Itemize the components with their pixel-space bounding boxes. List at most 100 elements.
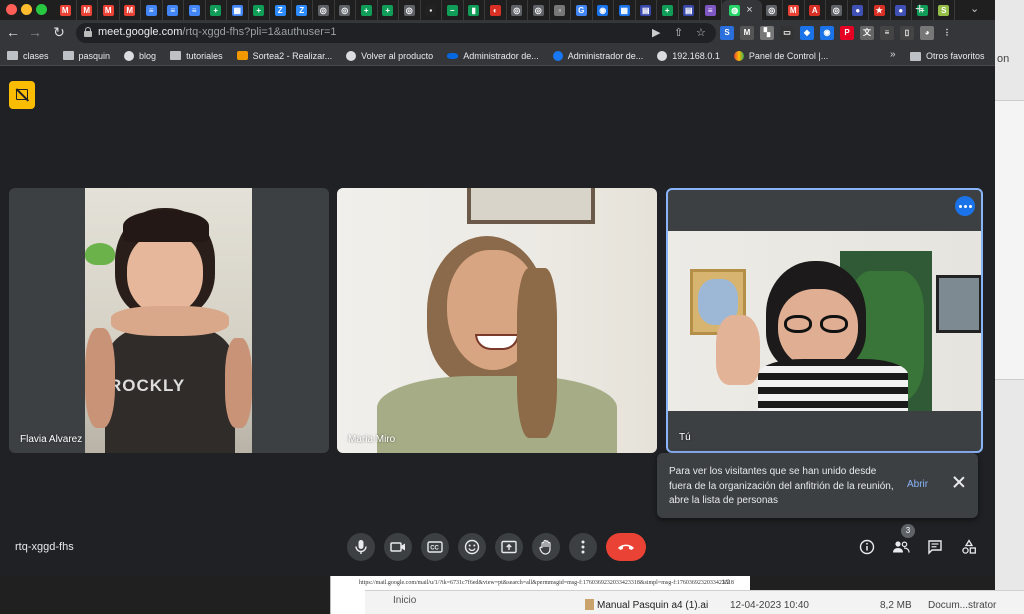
browser-tab[interactable]: +: [378, 0, 399, 20]
gmail-icon[interactable]: M: [740, 26, 754, 40]
meeting-details-button[interactable]: [857, 537, 877, 557]
browser-tab[interactable]: −: [442, 0, 464, 20]
browser-tab[interactable]: ◎: [335, 0, 356, 20]
translate-icon[interactable]: 文: [860, 26, 874, 40]
captions-button[interactable]: CC: [421, 533, 449, 561]
browser-tab[interactable]: ◐: [485, 0, 507, 20]
browser-tab[interactable]: Z: [292, 0, 313, 20]
activities-button[interactable]: [959, 537, 979, 557]
window-maximize-button[interactable]: [36, 4, 47, 15]
bookmark-item[interactable]: Administrador de...: [552, 50, 643, 61]
s-icon[interactable]: S: [720, 26, 734, 40]
browser-tab[interactable]: +: [206, 0, 227, 20]
browser-tab[interactable]: S: [934, 0, 955, 20]
more-options-button[interactable]: [569, 533, 597, 561]
address-bar[interactable]: meet.google.com/rtq-xggd-fhs?pli=1&authu…: [76, 23, 716, 43]
browser-tab[interactable]: +: [657, 0, 679, 20]
url-text[interactable]: meet.google.com/rtq-xggd-fhs?pli=1&authu…: [98, 26, 337, 38]
browser-tab[interactable]: ≡: [700, 0, 722, 20]
microphone-button[interactable]: [347, 533, 375, 561]
open-people-button[interactable]: Abrir: [907, 479, 928, 490]
browser-tab[interactable]: ≡: [184, 0, 206, 20]
browser-tab[interactable]: ▪: [421, 0, 442, 20]
finder-inicio[interactable]: Inicio: [393, 595, 416, 606]
share-icon[interactable]: ⇧: [674, 26, 683, 39]
avatar-icon[interactable]: ◕: [920, 26, 934, 40]
kebab-icon[interactable]: ⋮: [940, 26, 954, 40]
tab-search-chevron-icon[interactable]: ⌄: [970, 2, 979, 15]
browser-tab[interactable]: ●: [848, 0, 869, 20]
camera-button[interactable]: [384, 533, 412, 561]
bookmark-item[interactable]: Administrador de...: [447, 51, 539, 61]
raise-hand-button[interactable]: [532, 533, 560, 561]
sidebar-icon[interactable]: ▯: [900, 26, 914, 40]
bookmark-item[interactable]: clases: [7, 51, 49, 61]
browser-tab[interactable]: M: [55, 0, 77, 20]
browser-tab[interactable]: A: [805, 0, 826, 20]
playlist-icon[interactable]: ≡: [880, 26, 894, 40]
leave-call-button[interactable]: [606, 533, 646, 561]
browser-tab[interactable]: ◎: [762, 0, 783, 20]
browser-tab[interactable]: ◎: [313, 0, 335, 20]
window-close-button[interactable]: [6, 4, 17, 15]
browser-tab[interactable]: ◎: [399, 0, 421, 20]
browser-tab[interactable]: M: [783, 0, 805, 20]
browser-tab[interactable]: ●: [891, 0, 912, 20]
browser-tab[interactable]: ◎: [826, 0, 848, 20]
bookmark-item[interactable]: blog: [124, 50, 156, 61]
other-bookmarks-folder[interactable]: Otros favoritos: [910, 51, 985, 61]
forward-arrow-icon[interactable]: →: [26, 24, 44, 40]
tag-icon[interactable]: ◆: [800, 26, 814, 40]
browser-tab[interactable]: G: [571, 0, 593, 20]
bookmark-item[interactable]: pasquin: [62, 51, 110, 61]
tab-meet-active[interactable]: ◍ ×: [721, 0, 762, 20]
browser-tab[interactable]: ▤: [636, 0, 657, 20]
browser-tab[interactable]: ▦: [614, 0, 636, 20]
close-icon[interactable]: [951, 474, 967, 490]
participant-tile[interactable]: ROCKLY Flavia Alvarez: [9, 188, 329, 453]
lock-icon[interactable]: [84, 27, 92, 37]
chat-button[interactable]: [925, 537, 945, 557]
browser-tab[interactable]: ▤: [679, 0, 700, 20]
participant-tile[interactable]: Maria Miro: [337, 188, 657, 453]
browser-tab[interactable]: ★: [869, 0, 891, 20]
browser-tab[interactable]: ≡: [163, 0, 184, 20]
bookmark-item[interactable]: 192.168.0.1: [657, 50, 720, 61]
browser-tab[interactable]: ◎: [507, 0, 528, 20]
puzzle-grey-icon[interactable]: ▚: [760, 26, 774, 40]
zoom-icon[interactable]: ◉: [820, 26, 834, 40]
back-arrow-icon[interactable]: ←: [4, 24, 22, 40]
browser-tab[interactable]: M: [77, 0, 98, 20]
file-name[interactable]: Manual Pasquin a4 (1).ai: [597, 600, 708, 611]
self-view-tile[interactable]: Tú: [666, 188, 983, 453]
browser-tab[interactable]: +: [249, 0, 270, 20]
reload-icon[interactable]: ↻: [50, 24, 68, 41]
bookmark-item[interactable]: tutoriales: [170, 51, 223, 61]
browser-tab[interactable]: ◉: [593, 0, 614, 20]
bookmark-item[interactable]: Panel de Control |...: [733, 50, 828, 61]
bookmark-star-icon[interactable]: ☆: [696, 26, 706, 39]
browser-tab[interactable]: +: [356, 0, 378, 20]
pinterest-icon[interactable]: P: [840, 26, 854, 40]
present-screen-button[interactable]: [495, 533, 523, 561]
close-tab-icon[interactable]: ×: [746, 4, 752, 16]
camera-indicator-icon[interactable]: ▶: [652, 26, 660, 39]
camera-off-badge-icon[interactable]: [9, 81, 35, 109]
browser-tab[interactable]: ▦: [227, 0, 249, 20]
bookmark-item[interactable]: Volver al producto: [346, 50, 433, 61]
browser-tab[interactable]: M: [120, 0, 141, 20]
browser-tab[interactable]: ▫: [550, 0, 571, 20]
people-button[interactable]: [891, 537, 911, 557]
browser-tab[interactable]: Z: [270, 0, 292, 20]
browser-tab[interactable]: ◎: [528, 0, 550, 20]
new-tab-button[interactable]: +: [915, 1, 924, 19]
bookmarks-overflow-button[interactable]: »: [890, 49, 896, 60]
browser-tab[interactable]: ▮: [464, 0, 485, 20]
more-options-dots-icon[interactable]: [955, 196, 975, 216]
browser-tab[interactable]: ≡: [141, 0, 163, 20]
monitor-icon[interactable]: ▭: [780, 26, 794, 40]
window-minimize-button[interactable]: [21, 4, 32, 15]
bookmark-item[interactable]: Sortea2 - Realizar...: [236, 51, 332, 61]
reactions-button[interactable]: [458, 533, 486, 561]
browser-tab[interactable]: M: [98, 0, 120, 20]
